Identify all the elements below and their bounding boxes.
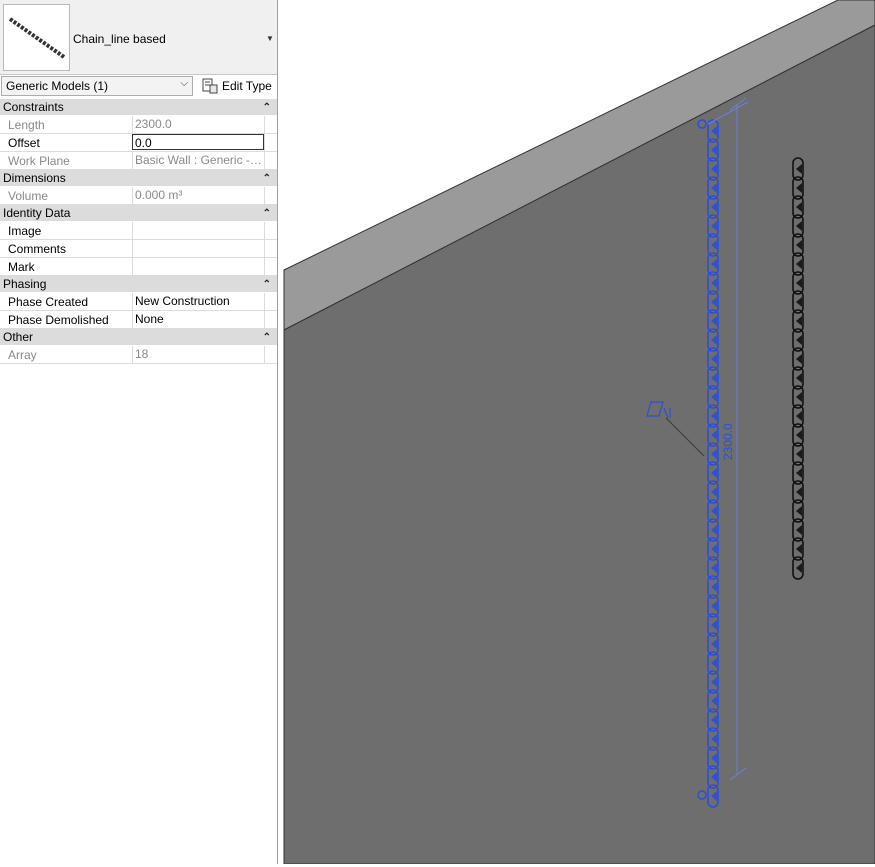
triangle-down-icon[interactable]: ▼ — [266, 34, 274, 43]
collapse-icon[interactable]: ⌃ — [263, 99, 271, 116]
type-name: Chain_line based — [73, 32, 166, 46]
edit-type-icon — [202, 78, 218, 94]
type-selector[interactable]: Chain_line based ▼ — [0, 0, 277, 75]
phase-demolished-select[interactable]: None — [132, 311, 264, 328]
prop-label: Comments — [8, 242, 67, 256]
prop-row-phase-demolished: Phase Demolished None — [0, 311, 277, 329]
edit-type-button[interactable]: Edit Type — [198, 76, 276, 96]
group-other[interactable]: Other ⌃ — [0, 329, 277, 346]
prop-row-length: Length 2300.0 — [0, 116, 277, 134]
phase-created-select[interactable]: New Construction — [132, 293, 264, 310]
collapse-icon[interactable]: ⌃ — [263, 205, 271, 222]
prop-label: Volume — [8, 189, 49, 203]
prop-value-array: 18 — [132, 346, 264, 363]
collapse-icon[interactable]: ⌃ — [263, 329, 271, 346]
group-constraints[interactable]: Constraints ⌃ — [0, 99, 277, 116]
prop-value-volume: 0.000 m³ — [132, 187, 264, 204]
offset-input[interactable]: 0.0 — [132, 134, 264, 150]
collapse-icon[interactable]: ⌃ — [263, 276, 271, 293]
prop-label: Length — [8, 118, 45, 132]
prop-value-length: 2300.0 — [132, 116, 264, 133]
collapse-icon[interactable]: ⌃ — [263, 170, 271, 187]
prop-label: Image — [8, 224, 42, 238]
prop-row-offset: Offset 0.0 — [0, 134, 277, 152]
prop-row-array: Array 18 — [0, 346, 277, 364]
group-label: Identity Data — [3, 206, 71, 220]
prop-row-work-plane: Work Plane Basic Wall : Generic - 2... — [0, 152, 277, 170]
prop-row-image: Image — [0, 222, 277, 240]
group-dimensions[interactable]: Dimensions ⌃ — [0, 170, 277, 187]
properties-palette: Chain_line based ▼ Generic Models (1) ⌵ … — [0, 0, 278, 864]
property-grid: Constraints ⌃ Length 2300.0 Offset 0.0 W… — [0, 99, 277, 364]
edit-type-label: Edit Type — [222, 79, 272, 93]
category-filter-value: Generic Models (1) — [6, 79, 109, 93]
group-identity-data[interactable]: Identity Data ⌃ — [0, 205, 277, 222]
prop-label: Mark — [8, 260, 35, 274]
image-input[interactable] — [132, 222, 264, 239]
group-label: Other — [3, 330, 34, 344]
prop-row-volume: Volume 0.000 m³ — [0, 187, 277, 205]
comments-input[interactable] — [132, 240, 264, 257]
prop-label: Phase Demolished — [8, 313, 109, 327]
prop-label: Array — [8, 348, 37, 362]
group-label: Dimensions — [3, 171, 66, 185]
category-filter-select[interactable]: Generic Models (1) ⌵ — [1, 76, 193, 96]
group-label: Constraints — [3, 100, 64, 114]
prop-row-comments: Comments — [0, 240, 277, 258]
dimension-value: 2300.0 — [721, 423, 735, 460]
prop-label: Phase Created — [8, 295, 89, 309]
group-label: Phasing — [3, 277, 47, 291]
chevron-down-icon: ⌵ — [180, 78, 188, 89]
3d-viewport[interactable]: 2300.0 — [278, 0, 875, 865]
prop-label: Work Plane — [8, 154, 70, 168]
prop-row-phase-created: Phase Created New Construction — [0, 293, 277, 311]
prop-value-work-plane: Basic Wall : Generic - 2... — [132, 152, 264, 169]
prop-row-mark: Mark — [0, 258, 277, 276]
mark-input[interactable] — [132, 258, 264, 275]
type-preview-image — [3, 4, 70, 71]
prop-label: Offset — [8, 136, 40, 150]
group-phasing[interactable]: Phasing ⌃ — [0, 276, 277, 293]
